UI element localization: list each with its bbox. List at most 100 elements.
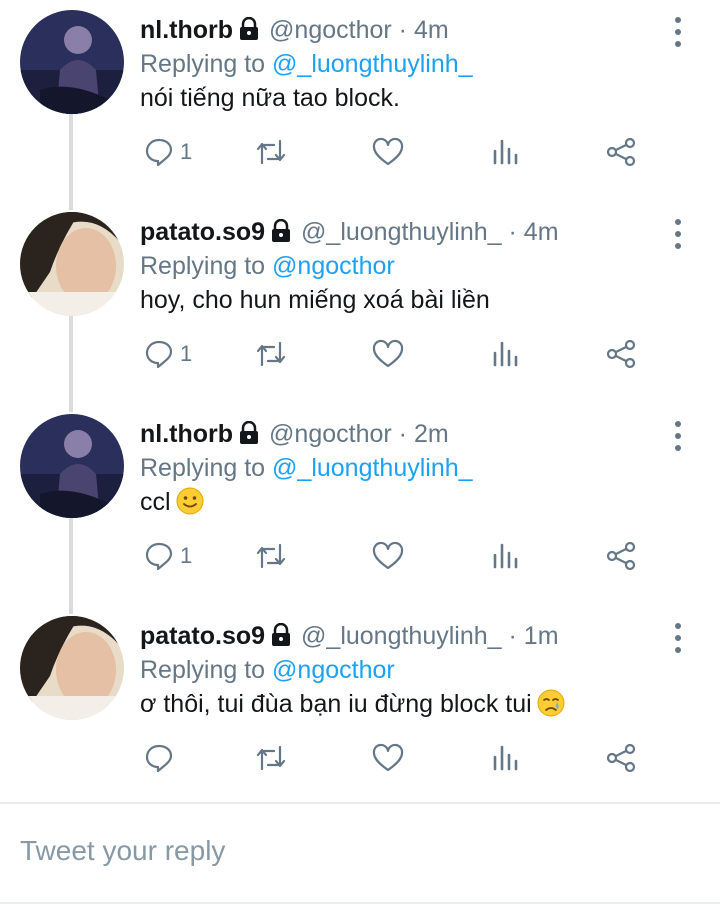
heart-icon [372, 743, 404, 772]
author-name[interactable]: patato.so9 [140, 622, 265, 650]
reply-icon [145, 744, 173, 773]
author-name[interactable]: patato.so9 [140, 218, 265, 246]
heart-icon [372, 541, 404, 570]
tweet-actions: 1 [140, 334, 700, 374]
share-button[interactable] [606, 738, 636, 778]
analytics-button[interactable] [492, 536, 520, 576]
like-button[interactable] [372, 132, 404, 172]
more-options-icon[interactable] [668, 418, 688, 454]
lock-icon [272, 623, 291, 646]
reply-icon [145, 138, 173, 167]
like-button[interactable] [372, 738, 404, 778]
tweet[interactable]: nl.thorb @ngocthor · 4m Replying to @_luo… [0, 0, 720, 210]
like-button[interactable] [372, 536, 404, 576]
timestamp[interactable]: 4m [524, 218, 559, 246]
more-options-icon[interactable] [668, 14, 688, 50]
thread-line [69, 518, 73, 614]
timestamp[interactable]: 1m [524, 622, 559, 650]
share-button[interactable] [606, 334, 636, 374]
replying-to: Replying to @ngocthor [140, 654, 395, 686]
share-button[interactable] [606, 132, 636, 172]
analytics-icon [493, 139, 518, 165]
retweet-icon [256, 745, 286, 771]
like-button[interactable] [372, 334, 404, 374]
reply-count: 1 [180, 139, 193, 164]
tweet-text: ơ thôi, tui đùa bạn iu đừng block tui [140, 686, 566, 722]
analytics-icon [493, 543, 518, 569]
retweet-button[interactable] [254, 334, 288, 374]
separator-dot: · [508, 218, 517, 246]
tweet[interactable]: patato.so9 @_luongthuylinh_ · 4m Replying… [0, 202, 720, 412]
replying-to: Replying to @_luongthuylinh_ [140, 452, 473, 484]
author-handle[interactable]: @ngocthor [269, 16, 392, 44]
tweet-header: nl.thorb @ngocthor · 2m [140, 418, 449, 450]
mention-link[interactable]: @_luongthuylinh_ [272, 50, 473, 78]
crying-face-icon [537, 689, 565, 717]
avatar[interactable] [20, 414, 124, 518]
tweet[interactable]: patato.so9 @_luongthuylinh_ · 1m Replying… [0, 606, 720, 808]
separator-dot: · [508, 622, 517, 650]
analytics-icon [493, 341, 518, 367]
tweet-reply-input[interactable] [18, 834, 702, 868]
replying-to-prefix: Replying to [140, 454, 266, 482]
reply-button[interactable]: 1 [144, 334, 192, 374]
thread-line [69, 114, 73, 210]
share-icon [606, 137, 636, 167]
retweet-icon [256, 543, 286, 569]
analytics-button[interactable] [492, 334, 520, 374]
retweet-button[interactable] [254, 738, 288, 778]
mention-link[interactable]: @ngocthor [272, 656, 395, 684]
tweet-actions: 1 [140, 536, 700, 576]
retweet-button[interactable] [254, 132, 288, 172]
author-handle[interactable]: @_luongthuylinh_ [301, 622, 502, 650]
tweet-text: hoy, cho hun miếng xoá bài liền [140, 282, 490, 318]
tweet-text: nói tiếng nữa tao block. [140, 80, 400, 116]
replying-to: Replying to @ngocthor [140, 250, 395, 282]
slightly-smiling-face-icon [176, 487, 204, 515]
share-icon [606, 339, 636, 369]
retweet-icon [256, 341, 286, 367]
share-icon [606, 743, 636, 773]
tweet-text-content: hoy, cho hun miếng xoá bài liền [140, 286, 490, 314]
reply-icon [145, 340, 173, 369]
tweet-actions [140, 738, 700, 778]
replying-to-prefix: Replying to [140, 656, 266, 684]
author-name[interactable]: nl.thorb [140, 16, 233, 44]
tweet[interactable]: nl.thorb @ngocthor · 2m Replying to @_luo… [0, 404, 720, 614]
share-button[interactable] [606, 536, 636, 576]
retweet-button[interactable] [254, 536, 288, 576]
reply-button[interactable]: 1 [144, 536, 192, 576]
tweet-header: nl.thorb @ngocthor · 4m [140, 14, 449, 46]
lock-icon [240, 421, 259, 444]
avatar[interactable] [20, 10, 124, 114]
author-handle[interactable]: @_luongthuylinh_ [301, 218, 502, 246]
mention-link[interactable]: @ngocthor [272, 252, 395, 280]
author-handle[interactable]: @ngocthor [269, 420, 392, 448]
more-options-icon[interactable] [668, 216, 688, 252]
reply-composer [0, 802, 720, 904]
analytics-button[interactable] [492, 132, 520, 172]
separator-dot: · [398, 16, 407, 44]
reply-button[interactable]: 1 [144, 132, 192, 172]
author-name[interactable]: nl.thorb [140, 420, 233, 448]
tweet-text-content: ccl [140, 488, 171, 516]
avatar[interactable] [20, 212, 124, 316]
retweet-icon [256, 139, 286, 165]
mention-link[interactable]: @_luongthuylinh_ [272, 454, 473, 482]
analytics-icon [493, 745, 518, 771]
tweet-header: patato.so9 @_luongthuylinh_ · 4m [140, 216, 559, 248]
analytics-button[interactable] [492, 738, 520, 778]
reply-button[interactable] [144, 738, 180, 778]
avatar[interactable] [20, 616, 124, 720]
tweet-actions: 1 [140, 132, 700, 172]
timestamp[interactable]: 2m [414, 420, 449, 448]
lock-icon [272, 219, 291, 242]
reply-count: 1 [180, 341, 193, 366]
heart-icon [372, 339, 404, 368]
more-options-icon[interactable] [668, 620, 688, 656]
lock-icon [240, 17, 259, 40]
timestamp[interactable]: 4m [414, 16, 449, 44]
share-icon [606, 541, 636, 571]
tweet-text: ccl [140, 484, 205, 520]
reply-count: 1 [180, 543, 193, 568]
